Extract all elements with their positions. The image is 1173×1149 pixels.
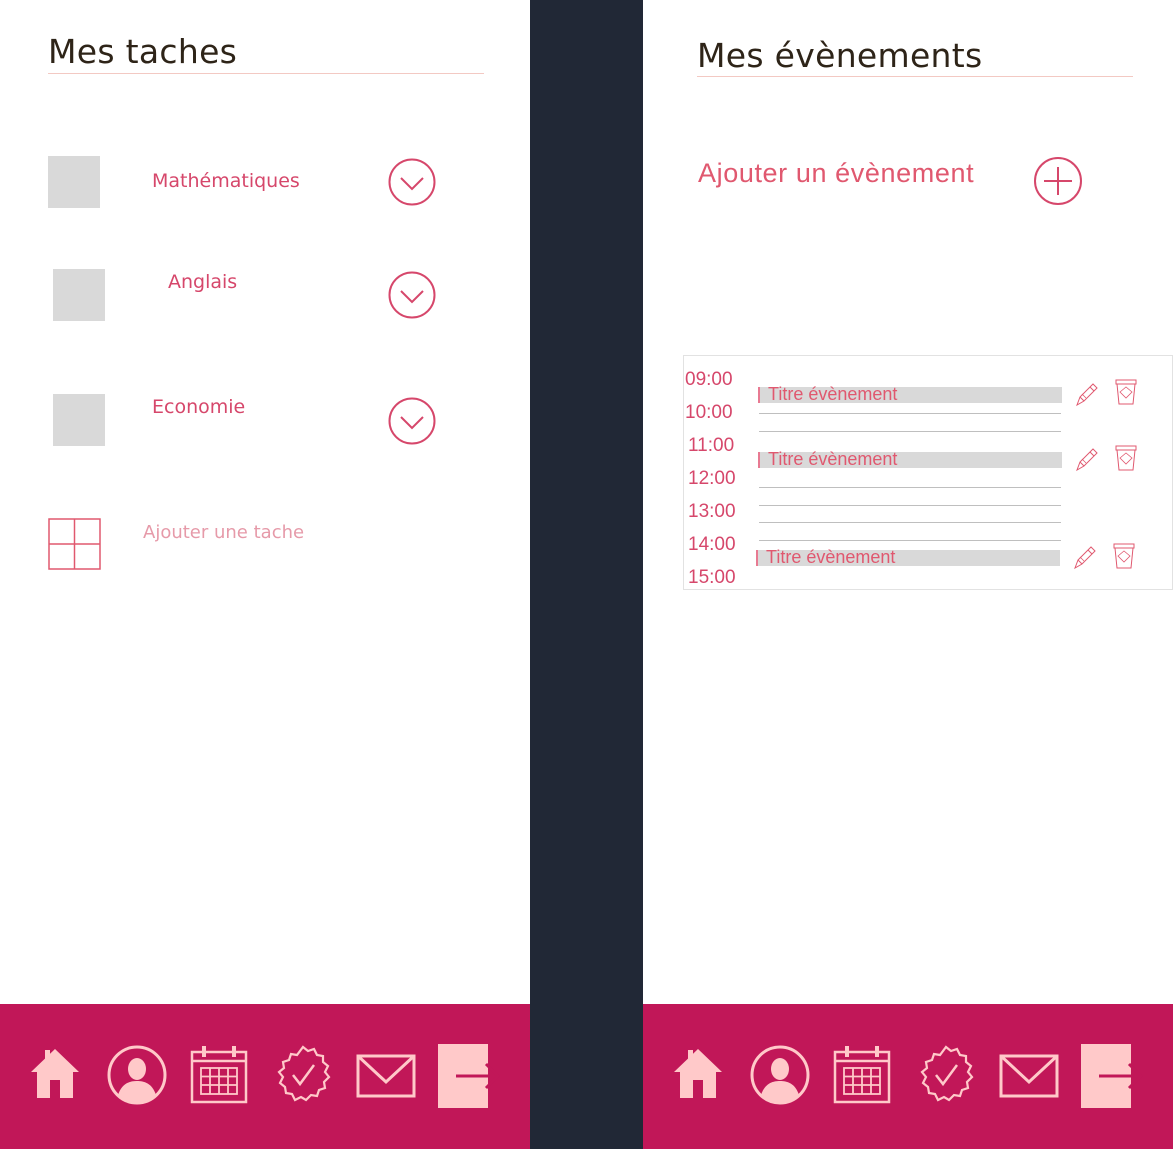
- chevron-down-icon[interactable]: [388, 158, 436, 206]
- home-icon[interactable]: [24, 1044, 86, 1106]
- trash-icon[interactable]: [1111, 542, 1137, 570]
- hour-line: [759, 505, 1061, 506]
- add-task-grid-icon[interactable]: [48, 518, 101, 570]
- event-item[interactable]: Titre évènement: [758, 384, 1062, 404]
- calendar-icon[interactable]: [188, 1044, 250, 1106]
- trash-icon[interactable]: [1113, 378, 1139, 406]
- hour-label: 14:00: [688, 534, 736, 555]
- page-title: Mes évènements: [697, 36, 983, 75]
- hour-line: [759, 487, 1061, 488]
- task-label: Economie: [152, 396, 246, 418]
- event-item[interactable]: Titre évènement: [756, 547, 1060, 567]
- task-item: Mathématiques: [0, 154, 530, 210]
- trash-icon[interactable]: [1113, 444, 1139, 472]
- hour-line: [759, 522, 1061, 523]
- chevron-down-icon[interactable]: [388, 271, 436, 319]
- event-title: Titre évènement: [766, 547, 896, 567]
- hour-line: [759, 540, 1061, 541]
- task-item: Economie: [0, 392, 530, 448]
- hour-label: 12:00: [688, 468, 736, 489]
- edit-pencil-icon[interactable]: [1073, 446, 1099, 474]
- edit-pencil-icon[interactable]: [1071, 544, 1097, 572]
- mail-icon[interactable]: [355, 1044, 417, 1106]
- mail-icon[interactable]: [998, 1044, 1060, 1106]
- task-item: Anglais: [0, 266, 530, 322]
- task-label: Anglais: [168, 271, 238, 293]
- logout-icon[interactable]: [1081, 1044, 1143, 1108]
- hour-label: 15:00: [688, 567, 736, 588]
- task-checkbox[interactable]: [53, 394, 105, 446]
- hour-label: 09:00: [685, 369, 733, 390]
- hour-label: 10:00: [685, 402, 733, 423]
- hour-line: [759, 413, 1061, 414]
- tasks-screen: Mes taches Mathématiques Anglais Economi…: [0, 0, 530, 1149]
- title-divider: [697, 76, 1133, 77]
- logout-icon[interactable]: [438, 1044, 500, 1108]
- hour-label: 13:00: [688, 501, 736, 522]
- event-title: Titre évènement: [768, 449, 898, 469]
- event-item[interactable]: Titre évènement: [758, 449, 1062, 469]
- add-icon[interactable]: [1033, 156, 1083, 206]
- page-title: Mes taches: [48, 32, 238, 71]
- profile-icon[interactable]: [749, 1044, 811, 1106]
- agenda: 09:00 10:00 11:00 12:00 13:00 14:00 15:0…: [683, 355, 1173, 590]
- tasks-check-icon[interactable]: [915, 1044, 977, 1106]
- edit-pencil-icon[interactable]: [1073, 381, 1099, 409]
- hour-label: 11:00: [688, 435, 735, 456]
- events-screen: Mes évènements Ajouter un évènement 09:0…: [643, 0, 1173, 1149]
- tasks-check-icon[interactable]: [272, 1044, 334, 1106]
- add-task-button[interactable]: Ajouter une tache: [143, 522, 304, 543]
- profile-icon[interactable]: [106, 1044, 168, 1106]
- title-divider: [48, 73, 484, 74]
- task-checkbox[interactable]: [53, 269, 105, 321]
- calendar-icon[interactable]: [831, 1044, 893, 1106]
- task-checkbox[interactable]: [48, 156, 100, 208]
- hour-line: [759, 431, 1061, 432]
- home-icon[interactable]: [667, 1044, 729, 1106]
- add-event-label[interactable]: Ajouter un évènement: [698, 158, 974, 189]
- chevron-down-icon[interactable]: [388, 397, 436, 445]
- task-label: Mathématiques: [152, 170, 300, 192]
- event-title: Titre évènement: [768, 384, 898, 404]
